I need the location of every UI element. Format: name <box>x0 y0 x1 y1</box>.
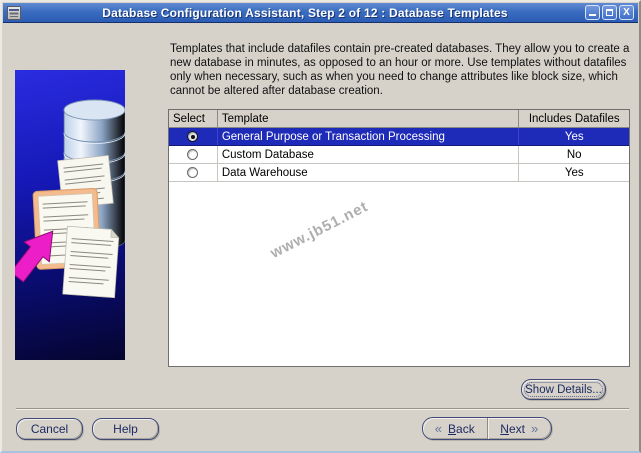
back-button[interactable]: « Back <box>423 418 488 439</box>
maximize-icon <box>606 9 613 16</box>
next-button[interactable]: Next » <box>488 418 552 439</box>
radio-button[interactable] <box>187 167 199 178</box>
minimize-icon <box>589 14 596 16</box>
maximize-button[interactable] <box>602 5 617 20</box>
column-header-includes-datafiles: Includes Datafiles <box>528 112 620 125</box>
back-chevron-icon: « <box>434 421 443 436</box>
wizard-illustration-panel <box>15 70 125 360</box>
dbca-wizard-window: Database Configuration Assistant, Step 2… <box>0 0 641 453</box>
template-name: Data Warehouse <box>218 164 520 181</box>
page-description: Templates that include datafiles contain… <box>170 43 630 97</box>
templates-table: Select Template Includes Datafiles Gener… <box>168 109 630 367</box>
radio-button[interactable] <box>187 131 199 142</box>
document-icon <box>62 225 120 299</box>
database-illustration <box>15 99 125 299</box>
show-details-label: Show Details... <box>525 383 602 396</box>
window-controls: X <box>585 5 634 20</box>
help-button[interactable]: Help <box>92 418 159 440</box>
table-row-general-purpose[interactable]: General Purpose or Transaction Processin… <box>169 128 629 146</box>
includes-datafiles-value: Yes <box>564 166 584 179</box>
includes-datafiles-value: Yes <box>564 130 584 143</box>
table-row-custom-database[interactable]: Custom Database No <box>169 146 629 164</box>
close-icon: X <box>623 7 630 18</box>
titlebar[interactable]: Database Configuration Assistant, Step 2… <box>3 3 638 23</box>
cancel-button[interactable]: Cancel <box>16 418 83 440</box>
template-name: Custom Database <box>218 146 520 163</box>
back-label: Back <box>448 421 475 436</box>
includes-datafiles-value: No <box>566 148 582 161</box>
close-button[interactable]: X <box>619 5 634 20</box>
cancel-label: Cancel <box>30 422 69 436</box>
help-label: Help <box>113 422 138 436</box>
next-chevron-icon: » <box>530 421 539 436</box>
template-name: General Purpose or Transaction Processin… <box>218 128 520 145</box>
radio-button[interactable] <box>187 149 199 160</box>
table-header-row: Select Template Includes Datafiles <box>169 110 629 128</box>
next-label: Next <box>500 421 525 436</box>
application-icon <box>7 5 21 20</box>
minimize-button[interactable] <box>585 5 600 20</box>
column-header-template: Template <box>218 110 520 127</box>
window-title: Database Configuration Assistant, Step 2… <box>102 5 508 20</box>
table-row-data-warehouse[interactable]: Data Warehouse Yes <box>169 164 629 182</box>
column-header-select: Select <box>169 110 218 127</box>
show-details-button[interactable]: Show Details... <box>521 379 606 400</box>
wizard-navigation: « Back Next » <box>422 417 552 440</box>
footer-separator <box>16 408 629 410</box>
